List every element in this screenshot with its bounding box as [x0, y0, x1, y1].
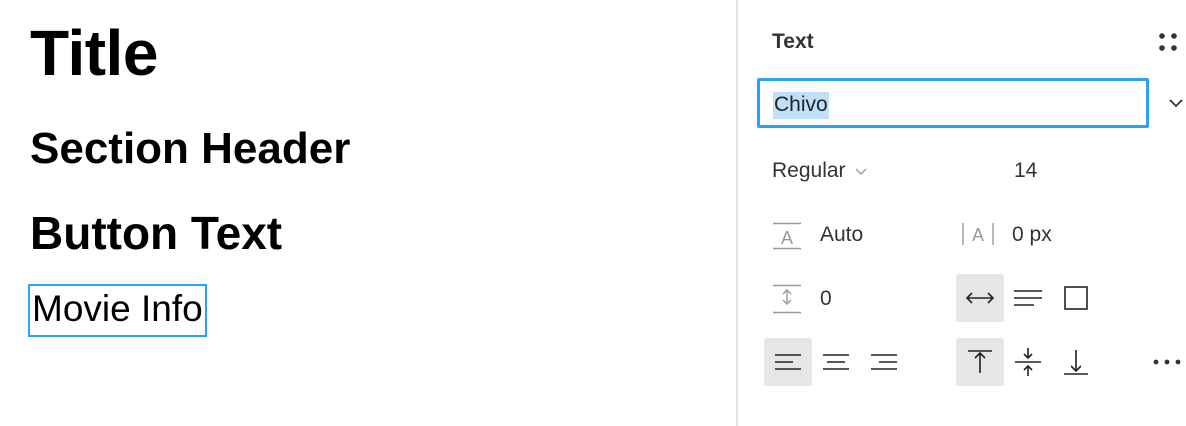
styles-grid-icon[interactable]	[1156, 30, 1180, 54]
align-center-icon	[823, 354, 849, 370]
text-properties-panel: Text Chivo Regular 14 A Auto A 0 px 0	[736, 0, 1186, 426]
auto-height-button[interactable]	[1004, 274, 1052, 322]
letter-spacing-icon: A	[962, 223, 994, 245]
align-right-icon	[871, 354, 897, 370]
panel-title: Text	[772, 30, 814, 53]
font-family-value: Chivo	[773, 92, 829, 119]
design-canvas[interactable]: Title Section Header Button Text Movie I…	[0, 0, 736, 426]
font-weight-dropdown[interactable]: Regular	[772, 159, 868, 183]
paragraph-spacing-icon	[773, 284, 801, 314]
align-top-button[interactable]	[956, 338, 1004, 386]
paragraph-spacing-input[interactable]: 0	[820, 287, 832, 311]
auto-height-icon	[1014, 290, 1042, 306]
align-middle-icon	[1015, 348, 1041, 376]
align-top-icon	[968, 350, 992, 373]
align-middle-button[interactable]	[1004, 338, 1052, 386]
text-sample-button-text[interactable]: Button Text	[30, 206, 282, 260]
line-height-icon: A	[773, 222, 801, 250]
chevron-down-icon[interactable]	[1167, 96, 1185, 110]
align-bottom-icon	[1064, 350, 1088, 375]
svg-text:A: A	[781, 228, 793, 248]
align-center-button[interactable]	[812, 338, 860, 386]
font-weight-value: Regular	[772, 159, 846, 182]
text-sample-title[interactable]: Title	[30, 16, 158, 90]
align-right-button[interactable]	[860, 338, 908, 386]
align-left-icon	[775, 354, 801, 370]
fixed-size-button[interactable]	[1052, 274, 1100, 322]
more-options-icon[interactable]	[1150, 350, 1184, 374]
align-left-button[interactable]	[764, 338, 812, 386]
letter-spacing-input[interactable]: 0 px	[1012, 223, 1052, 247]
chevron-down-icon	[855, 168, 867, 176]
auto-width-button[interactable]	[956, 274, 1004, 322]
fixed-size-icon	[1064, 286, 1088, 310]
svg-text:A: A	[972, 225, 984, 245]
line-height-input[interactable]: Auto	[820, 223, 863, 247]
text-sample-movie-info-selected[interactable]: Movie Info	[28, 284, 207, 337]
align-bottom-button[interactable]	[1052, 338, 1100, 386]
auto-width-icon	[965, 292, 995, 304]
text-sample-section-header[interactable]: Section Header	[30, 124, 350, 174]
font-size-input[interactable]: 14	[1014, 159, 1037, 183]
font-family-input[interactable]: Chivo	[757, 78, 1149, 128]
